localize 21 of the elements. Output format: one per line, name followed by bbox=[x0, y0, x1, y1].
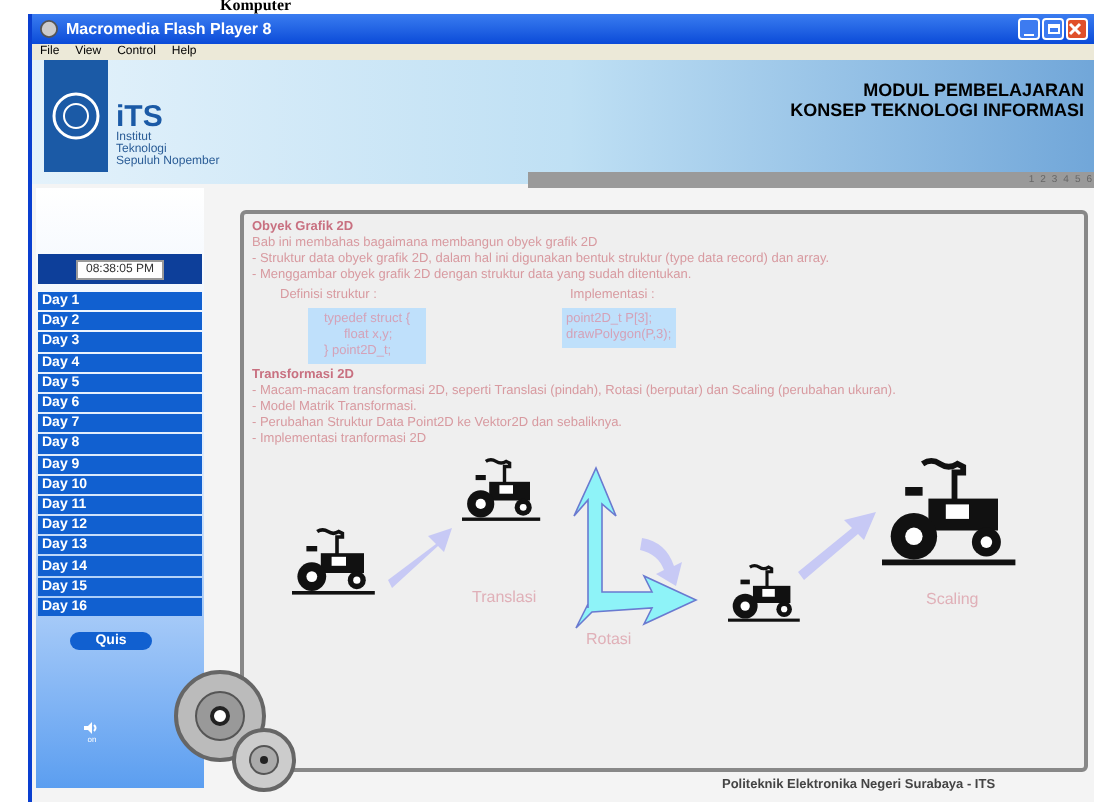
diagram-label: Translasi bbox=[472, 590, 537, 606]
module-title: MODUL PEMBELAJARAN bbox=[863, 80, 1084, 100]
arrow-icon bbox=[388, 528, 452, 588]
window-title: Macromedia Flash Player 8 bbox=[66, 17, 272, 41]
maximize-button[interactable] bbox=[1042, 18, 1064, 40]
minimize-button[interactable] bbox=[1018, 18, 1040, 40]
document-heading: Komputer bbox=[220, 0, 292, 14]
close-button[interactable] bbox=[1066, 18, 1088, 40]
speaker-icon[interactable] bbox=[84, 722, 100, 734]
tractor-drawing bbox=[882, 458, 1016, 566]
tractor-drawing bbox=[292, 528, 375, 595]
tractor-drawing bbox=[462, 458, 541, 521]
arrow-icon bbox=[640, 538, 682, 586]
module-title: KONSEP TEKNOLOGI INFORMASI bbox=[790, 100, 1084, 120]
player-icon bbox=[40, 20, 58, 38]
tractor-drawing bbox=[728, 564, 800, 622]
emblem-icon bbox=[50, 90, 102, 142]
diagram-label: Rotasi bbox=[586, 632, 632, 648]
arrow-icon bbox=[798, 512, 876, 580]
diagram-label: Scaling bbox=[926, 592, 979, 608]
logo-text: iTS bbox=[116, 104, 165, 132]
